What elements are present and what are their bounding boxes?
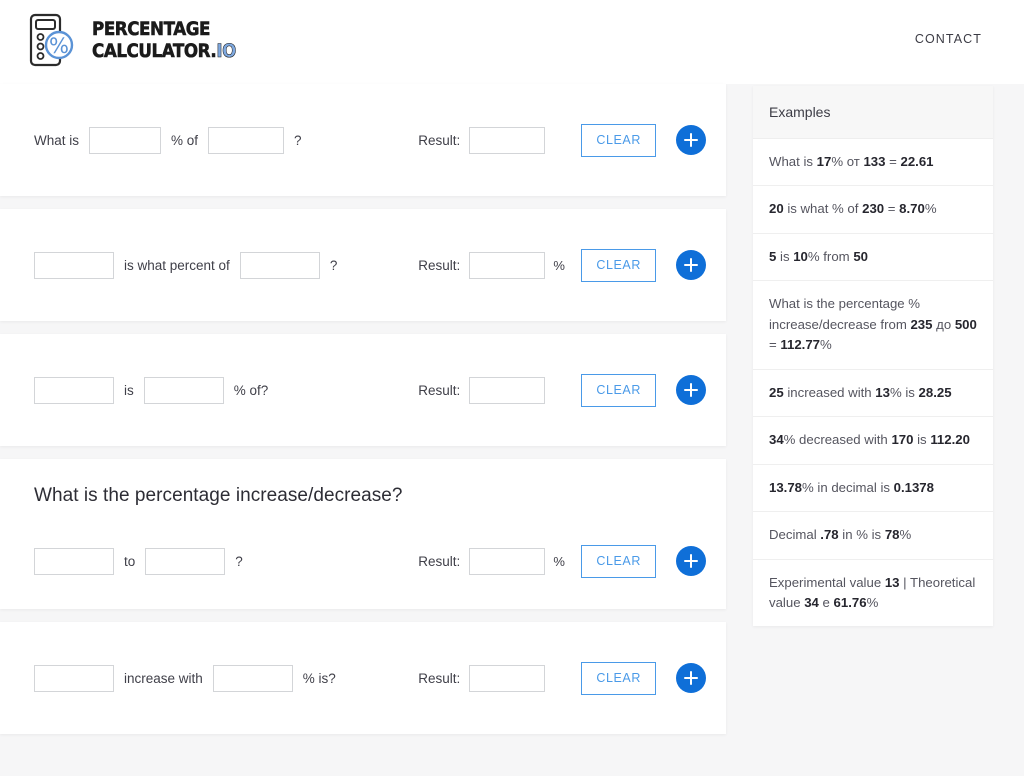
logo-wordmark: PERCENTAGE CALCULATOR.IO: [92, 17, 256, 62]
result-label: Result:: [418, 257, 461, 273]
input-value-2[interactable]: [145, 547, 226, 575]
input-value-1[interactable]: [34, 664, 114, 692]
label-suffix: ?: [329, 257, 338, 273]
clear-button[interactable]: CLEAR: [581, 373, 656, 407]
label-suffix: ?: [294, 132, 302, 148]
add-row-button[interactable]: [676, 375, 706, 405]
logo-line-1: PERCENTAGE: [92, 17, 211, 40]
example-item: Experimental value 13 | Theoretical valu…: [769, 574, 976, 610]
clear-button[interactable]: CLEAR: [581, 123, 656, 157]
logo-line-2: CALCULATOR.IO: [92, 39, 237, 62]
expression-group: What is % of ?: [34, 126, 302, 154]
svg-text:%: %: [49, 34, 69, 58]
card-title: What is the percentage increase/decrease…: [34, 485, 403, 506]
label-mid: increase with: [124, 670, 203, 686]
result-group: Result: CLEAR: [418, 373, 706, 407]
add-row-button[interactable]: [676, 125, 706, 155]
result-suffix: %: [553, 553, 565, 569]
add-row-button[interactable]: [676, 663, 706, 693]
label-suffix: % of?: [233, 382, 269, 398]
input-value-2[interactable]: [208, 126, 285, 154]
input-value-2[interactable]: [143, 376, 224, 404]
label-suffix: ?: [235, 553, 243, 569]
clear-button[interactable]: CLEAR: [581, 248, 656, 282]
calculator-row: is what percent of ? Result: % CLEAR: [0, 209, 726, 321]
input-value-2[interactable]: [239, 251, 320, 279]
input-value-1[interactable]: [34, 547, 114, 575]
calculator-card-percentage-increase-decrease: What is the percentage increase/decrease…: [0, 459, 726, 609]
expression-group: increase with % is?: [34, 664, 336, 692]
expression-group: is % of?: [34, 376, 269, 404]
input-value-2[interactable]: [212, 664, 293, 692]
label-mid: is: [124, 382, 134, 398]
result-group: Result: % CLEAR: [418, 544, 706, 578]
label-suffix: % is?: [302, 670, 336, 686]
calculator-card-is-percent-of-what: is % of? Result: CLEAR: [0, 334, 726, 446]
result-group: Result: % CLEAR: [418, 248, 706, 282]
result-input[interactable]: [469, 376, 546, 404]
result-input[interactable]: [469, 664, 546, 692]
input-value-1[interactable]: [89, 126, 162, 154]
calculator-card-what-is-percent-of: What is % of ? Result: CLEAR: [0, 84, 726, 196]
result-input[interactable]: [469, 547, 546, 575]
example-item: Decimal .78 in % is 78%: [753, 512, 993, 560]
calculator-card-increase-with-percent: increase with % is? Result: CLEAR: [0, 622, 726, 734]
input-value-1[interactable]: [34, 251, 114, 279]
label-mid: % of: [171, 132, 199, 148]
calculator-row: is % of? Result: CLEAR: [0, 334, 726, 446]
contact-link[interactable]: CONTACT: [915, 32, 982, 46]
add-row-button[interactable]: [676, 546, 706, 576]
result-suffix: %: [553, 257, 565, 273]
site-header: % PERCENTAGE CALCULATOR.IO CONTACT: [0, 0, 1024, 84]
label-mid: to: [124, 553, 136, 569]
result-group: Result: CLEAR: [418, 661, 706, 695]
examples-column: Examples What is 17% от 133 = 22.61 20 is…: [726, 84, 1024, 627]
site-logo[interactable]: % PERCENTAGE CALCULATOR.IO: [26, 12, 256, 68]
calculator-row: increase with % is? Result: CLEAR: [0, 622, 726, 734]
clear-button[interactable]: CLEAR: [581, 661, 656, 695]
label-mid: is what percent of: [124, 257, 230, 273]
result-input[interactable]: [469, 126, 546, 154]
page-body: What is % of ? Result: CLEAR is what per…: [0, 84, 1024, 776]
result-group: Result: CLEAR: [418, 123, 706, 157]
input-value-1[interactable]: [34, 376, 114, 404]
example-item: What is the percentage % increase/decrea…: [753, 281, 993, 370]
example-item: 5 is 10% from 50: [753, 234, 993, 282]
examples-panel: Examples What is 17% от 133 = 22.61 20 is…: [753, 86, 993, 627]
example-item: 34% decreased with 170 is 112.20: [753, 417, 993, 465]
calculator-percent-icon: %: [29, 13, 74, 67]
label-prefix: What is: [34, 132, 80, 148]
expression-group: is what percent of ?: [34, 251, 338, 279]
result-label: Result:: [418, 132, 461, 148]
examples-list: What is 17% от 133 = 22.61 20 is what % o…: [753, 139, 993, 626]
example-item: What is 17% от 133 = 22.61: [753, 139, 993, 187]
clear-button[interactable]: CLEAR: [581, 544, 656, 578]
examples-title: Examples: [753, 86, 993, 139]
add-row-button[interactable]: [676, 250, 706, 280]
calculator-row: What is % of ? Result: CLEAR: [0, 84, 726, 196]
result-label: Result:: [418, 382, 461, 398]
example-item: 13.78% in decimal is 0.1378: [753, 465, 993, 513]
result-label: Result:: [418, 553, 461, 569]
expression-group: to ?: [34, 547, 243, 575]
result-label: Result:: [418, 670, 461, 686]
calculators-column: What is % of ? Result: CLEAR is what per…: [0, 84, 726, 747]
example-item: 20 is what % of 230 = 8.70%: [753, 186, 993, 234]
calculator-card-is-what-percent-of: is what percent of ? Result: % CLEAR: [0, 209, 726, 321]
logo-io-suffix: IO: [216, 39, 237, 62]
result-input[interactable]: [469, 251, 546, 279]
example-item: 25 increased with 13% is 28.25: [753, 370, 993, 418]
calculator-row: to ? Result: % CLEAR: [0, 513, 726, 609]
